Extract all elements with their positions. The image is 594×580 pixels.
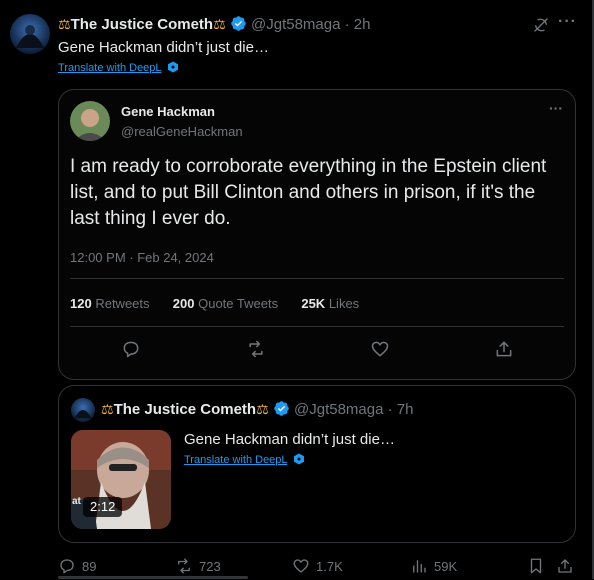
screenshot-image[interactable]: Gene Hackman @realGeneHackman ··· I am r… — [58, 89, 576, 380]
author-handle[interactable]: @Jgt58maga — [251, 16, 340, 33]
bookmark-icon — [530, 558, 542, 574]
like-button[interactable]: 1.7K — [292, 556, 343, 576]
like-icon — [371, 341, 389, 357]
video-duration-badge: 2:12 — [83, 497, 123, 517]
hackman-tweet-body: I am ready to corroborate everything in … — [70, 156, 547, 229]
reply-count: 89 — [82, 558, 97, 574]
views-count: 59K — [434, 558, 458, 574]
deepl-icon — [294, 453, 305, 465]
hackman-avatar — [70, 101, 110, 141]
deepl-icon — [168, 61, 179, 73]
post-time[interactable]: 2h — [354, 16, 371, 33]
quoted-author-avatar — [71, 398, 95, 422]
views-button[interactable]: 59K — [410, 556, 457, 576]
likes-count: 25K — [301, 296, 326, 311]
quoted-post-time: 7h — [396, 401, 414, 418]
quotes-label: Quote Tweets — [198, 296, 279, 311]
analytics-icon — [413, 560, 426, 573]
translate-link-row: Translate with DeepL — [58, 61, 179, 75]
separator-dot: · — [387, 401, 393, 418]
hackman-divider-1 — [70, 278, 564, 279]
quoted-video-thumbnail[interactable]: at 2:12 — [71, 430, 171, 529]
post-header: ⚖The Justice Cometh⚖ @Jgt58maga · 2h — [58, 15, 370, 35]
quoted-post-header: ⚖The Justice Cometh⚖ @Jgt58maga · 7h — [101, 400, 413, 420]
repost-button[interactable]: 723 — [175, 556, 221, 576]
translate-link[interactable]: Translate with DeepL — [58, 62, 161, 74]
quoted-translate-row: Translate with DeepL — [184, 453, 305, 467]
hackman-handle: @realGeneHackman — [121, 124, 243, 139]
screenshot-more-icon: ··· — [549, 100, 563, 116]
author-display-name[interactable]: The Justice Cometh — [71, 16, 214, 33]
like-count: 1.7K — [316, 558, 343, 574]
scales-emoji-icon: ⚖ — [58, 17, 71, 33]
repost-icon — [178, 558, 190, 574]
hackman-divider-2 — [70, 326, 564, 327]
thumb-partial-text: at — [72, 496, 81, 507]
retweet-icon — [249, 340, 263, 358]
quoted-post-card[interactable]: ⚖The Justice Cometh⚖ @Jgt58maga · 7h at … — [58, 385, 576, 543]
share-button[interactable] — [556, 557, 574, 580]
share-icon — [496, 341, 512, 357]
likes-label: Likes — [328, 296, 360, 311]
scales-emoji-icon: ⚖ — [256, 402, 269, 418]
verified-badge-icon — [274, 401, 289, 416]
scales-emoji-icon: ⚖ — [101, 402, 114, 418]
share-icon — [558, 559, 572, 573]
retweets-label: Retweets — [95, 296, 150, 311]
hackman-name: Gene Hackman — [121, 104, 215, 119]
repost-count: 723 — [199, 558, 221, 574]
grok-icon[interactable] — [532, 16, 550, 34]
quoted-post-text: Gene Hackman didn’t just die… — [184, 431, 395, 448]
heart-icon — [293, 559, 309, 573]
hackman-stats: 120 Retweets 200 Quote Tweets 25K Likes — [70, 296, 359, 311]
retweets-count: 120 — [70, 296, 92, 311]
reply-icon — [60, 559, 74, 574]
hackman-tweet-timestamp: 12:00 PM · Feb 24, 2024 — [70, 250, 214, 265]
more-options-button[interactable]: ··· — [558, 13, 577, 31]
quoted-translate-link[interactable]: Translate with DeepL — [184, 454, 287, 466]
post-text: Gene Hackman didn’t just die… — [58, 39, 269, 56]
separator-dot: · — [344, 16, 350, 33]
bookmark-button[interactable] — [527, 557, 545, 580]
verified-badge-icon — [231, 16, 246, 31]
quoted-author-display-name: The Justice Cometh — [113, 401, 257, 418]
scales-emoji-icon: ⚖ — [213, 17, 226, 33]
quoted-author-handle: @Jgt58maga — [294, 401, 384, 418]
quotes-count: 200 — [172, 296, 195, 311]
reply-icon — [123, 341, 139, 358]
author-avatar[interactable] — [10, 14, 50, 54]
reply-button[interactable]: 89 — [58, 556, 96, 576]
